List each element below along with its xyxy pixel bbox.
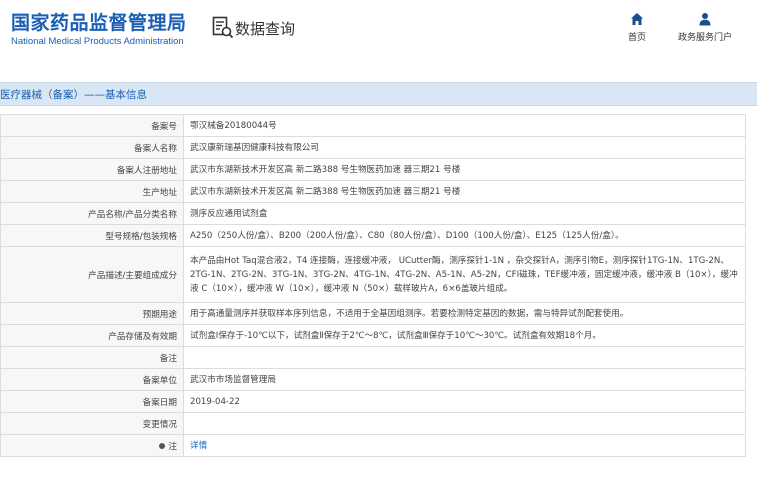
row-value: 鄂汉械备20180044号: [183, 114, 746, 137]
row-value-cell: 详情: [183, 434, 746, 457]
row-label: 备案人名称: [0, 136, 184, 159]
note-label-cell: 注: [0, 434, 184, 457]
site-logo-english[interactable]: National Medical Products Administration: [11, 36, 184, 47]
row-value: 本产品由Hot Taq混合液2，T4 连接酶，连接缓冲液， UCutter酶，测…: [183, 246, 746, 303]
row-value: [183, 412, 746, 435]
row-value: 武汉市东湖新技术开发区高 新二路388 号生物医药加速 器三期21 号楼: [183, 158, 746, 181]
bulb-icon: [159, 443, 166, 449]
row-label: 备案单位: [0, 368, 184, 391]
row-label: 产品描述/主要组成成分: [0, 246, 184, 303]
details-link[interactable]: 详情: [190, 441, 207, 451]
row-value: [183, 346, 746, 369]
breadcrumb-text: 医疗器械（备案）——基本信息: [0, 89, 147, 101]
table-row: 产品名称/产品分类名称 测序反应通用试剂盒: [0, 202, 746, 225]
row-value: A250（250人份/盒）、B200（200人份/盒）、C80（80人份/盒）、…: [183, 224, 746, 247]
row-value: 武汉康新瑞基因健康科技有限公司: [183, 136, 746, 159]
row-value: 武汉市东湖新技术开发区高 新二路388 号生物医药加速 器三期21 号楼: [183, 180, 746, 203]
user-icon: [699, 13, 711, 26]
table-row: 注 详情: [0, 434, 746, 457]
nav-home-label: 首页: [627, 33, 646, 43]
table-row: 生产地址 武汉市东湖新技术开发区高 新二路388 号生物医药加速 器三期21 号…: [0, 180, 746, 203]
table-row: 预期用途 用于高通量测序并获取样本序列信息，不适用于全基因组测序。若要检测特定基…: [0, 302, 746, 325]
site-header: 国家药品监督管理局 National Medical Products Admi…: [0, 0, 757, 64]
nav-service-portal[interactable]: 政务服务门户: [670, 12, 740, 43]
table-row: 备注: [0, 346, 746, 369]
table-row: 备案日期 2019-04-22: [0, 390, 746, 413]
table-row: 备案单位 武汉市市场监督管理局: [0, 368, 746, 391]
row-label: 备案号: [0, 114, 184, 137]
row-label: 注: [168, 441, 177, 452]
nav-service-portal-label: 政务服务门户: [677, 33, 732, 43]
row-value: 2019-04-22: [183, 390, 746, 413]
table-row: 备案人名称 武汉康新瑞基因健康科技有限公司: [0, 136, 746, 159]
row-label: 备案日期: [0, 390, 184, 413]
table-row: 备案号 鄂汉械备20180044号: [0, 114, 746, 137]
data-query-title: 数据查询: [235, 20, 296, 38]
row-label: 产品存储及有效期: [0, 324, 184, 347]
row-label: 生产地址: [0, 180, 184, 203]
row-label: 备案人注册地址: [0, 158, 184, 181]
home-icon: [631, 13, 643, 25]
record-detail-table: 备案号 鄂汉械备20180044号 备案人名称 武汉康新瑞基因健康科技有限公司 …: [0, 114, 746, 457]
table-row: 产品存储及有效期 试剂盒Ⅰ保存于-10℃以下，试剂盒Ⅱ保存于2℃～8℃，试剂盒Ⅲ…: [0, 324, 746, 347]
row-value: 武汉市市场监督管理局: [183, 368, 746, 391]
table-row: 型号规格/包装规格 A250（250人份/盒）、B200（200人份/盒）、C8…: [0, 224, 746, 247]
table-row: 产品描述/主要组成成分 本产品由Hot Taq混合液2，T4 连接酶，连接缓冲液…: [0, 246, 746, 303]
row-value: 测序反应通用试剂盒: [183, 202, 746, 225]
row-label: 预期用途: [0, 302, 184, 325]
row-label: 产品名称/产品分类名称: [0, 202, 184, 225]
site-logo-chinese[interactable]: 国家药品监督管理局: [11, 8, 187, 35]
row-label: 型号规格/包装规格: [0, 224, 184, 247]
table-row: 备案人注册地址 武汉市东湖新技术开发区高 新二路388 号生物医药加速 器三期2…: [0, 158, 746, 181]
nav-home[interactable]: 首页: [602, 12, 672, 43]
row-label: 备注: [0, 346, 184, 369]
row-label: 变更情况: [0, 412, 184, 435]
breadcrumb: 医疗器械（备案）——基本信息: [0, 82, 757, 106]
row-value: 试剂盒Ⅰ保存于-10℃以下，试剂盒Ⅱ保存于2℃～8℃，试剂盒Ⅲ保存于10℃～30…: [183, 324, 746, 347]
table-row: 变更情况: [0, 412, 746, 435]
row-value: 用于高通量测序并获取样本序列信息，不适用于全基因组测序。若要检测特定基因的数据，…: [183, 302, 746, 325]
document-search-icon: [212, 16, 234, 39]
